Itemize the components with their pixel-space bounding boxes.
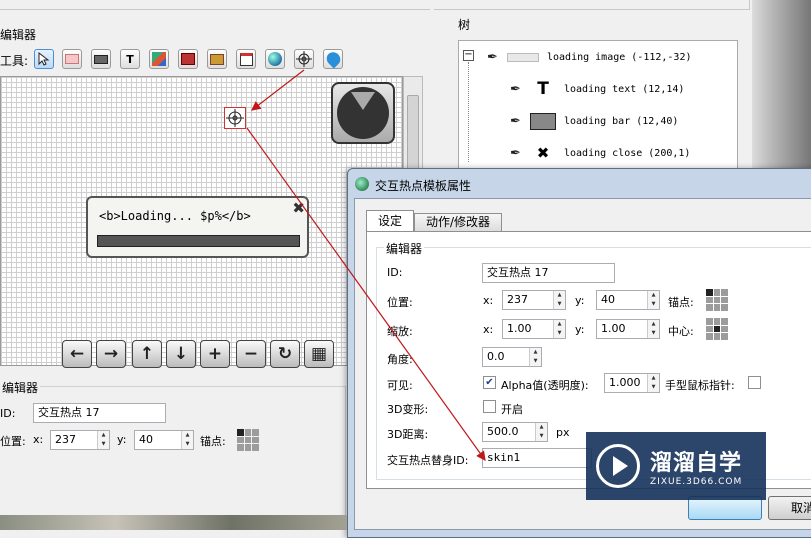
play-logo-icon <box>596 444 640 488</box>
watermark-badge: 溜溜自学 ZIXUE.3D66.COM <box>586 432 766 500</box>
arrow-toolbar-to-marker <box>251 69 305 111</box>
watermark-brand: 溜溜自学 <box>650 451 743 476</box>
arrow-marker-to-alias <box>246 127 486 461</box>
watermark-url: ZIXUE.3D66.COM <box>650 477 743 487</box>
